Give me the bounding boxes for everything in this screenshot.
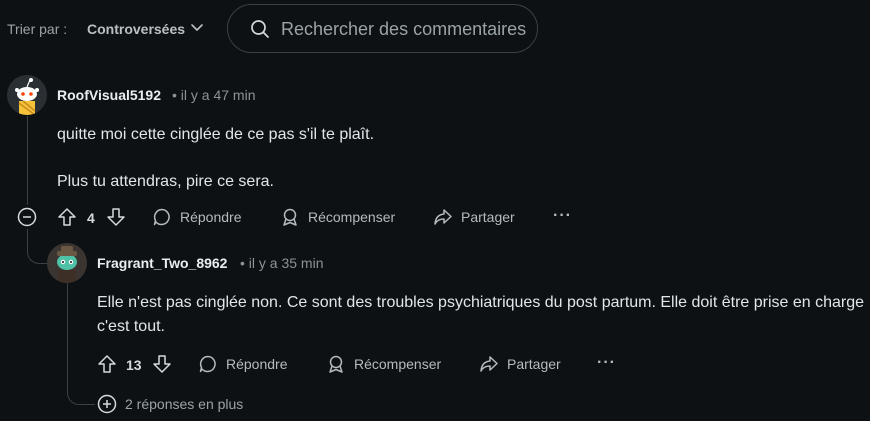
award-button[interactable]: Récompenser: [280, 207, 395, 227]
share-label: Partager: [461, 209, 515, 225]
upvote-icon[interactable]: [57, 207, 77, 227]
comment-username[interactable]: Fragrant_Two_8962: [97, 255, 227, 271]
snoo-avatar-icon: [47, 243, 87, 283]
share-icon: [480, 356, 498, 372]
comment-timestamp: • il y a 35 min: [240, 255, 324, 271]
comment-username[interactable]: RoofVisual5192: [57, 87, 161, 103]
share-label: Partager: [507, 356, 561, 372]
share-button[interactable]: Partager: [479, 354, 561, 374]
reply-button[interactable]: Répondre: [198, 354, 288, 374]
comment-timestamp: • il y a 47 min: [172, 87, 256, 103]
downvote-icon[interactable]: [152, 354, 172, 374]
vote-count: 13: [126, 357, 142, 373]
share-button[interactable]: Partager: [433, 207, 515, 227]
snoo-avatar-icon: [7, 75, 47, 115]
chat-bubble-icon: [199, 355, 216, 373]
award-icon: [283, 208, 297, 226]
reply-label: Répondre: [226, 356, 288, 372]
search-icon: [251, 20, 269, 38]
more-replies-label: 2 réponses en plus: [125, 396, 244, 412]
reply-connector: [27, 229, 49, 264]
vote-count: 4: [87, 210, 95, 226]
sort-label: Trier par :: [7, 21, 68, 37]
reply-button[interactable]: Répondre: [152, 207, 242, 227]
more-options-icon[interactable]: ···: [597, 354, 616, 372]
award-label: Récompenser: [308, 209, 396, 225]
share-icon: [434, 209, 452, 225]
award-icon: [329, 355, 343, 373]
comment-text: Elle n'est pas cinglée non. Ce sont des …: [97, 294, 865, 335]
reply-label: Répondre: [180, 209, 242, 225]
chevron-down-icon[interactable]: [190, 20, 204, 34]
award-label: Récompenser: [354, 356, 442, 372]
more-options-icon[interactable]: ···: [553, 207, 572, 225]
avatar[interactable]: [47, 243, 87, 283]
more-replies-connector: [67, 370, 95, 405]
thread-line: [27, 116, 28, 205]
avatar[interactable]: [7, 75, 47, 115]
search-input[interactable]: [281, 16, 531, 42]
comment-text: Plus tu attendras, pire ce sera.: [57, 173, 274, 190]
award-button[interactable]: Récompenser: [326, 354, 441, 374]
plus-circle-icon: [97, 394, 117, 414]
sort-dropdown[interactable]: Controversées: [87, 21, 185, 37]
more-replies-button[interactable]: 2 réponses en plus: [97, 394, 243, 414]
upvote-icon[interactable]: [97, 354, 117, 374]
comment-text: quitte moi cette cinglée de ce pas s'il …: [57, 126, 375, 143]
collapse-icon[interactable]: [17, 207, 37, 227]
chat-bubble-icon: [153, 208, 170, 226]
downvote-icon[interactable]: [106, 207, 126, 227]
